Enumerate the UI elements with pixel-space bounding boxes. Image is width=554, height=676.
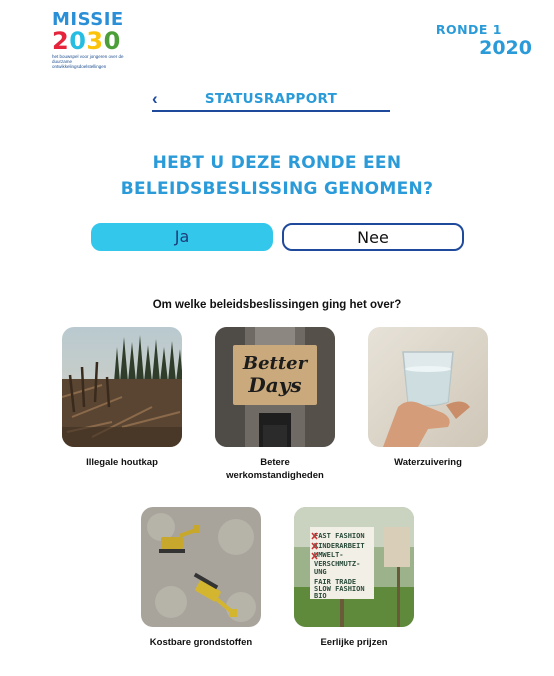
sign-text: Better (242, 353, 309, 374)
sign-text: VERSCHMUTZ- (314, 560, 360, 568)
decision-label: Waterzuivering (394, 457, 462, 468)
missie-2030-logo: MISSIE 2 0 3 0 het bouwspel voor jongere… (52, 11, 126, 70)
decision-question: Om welke beleidsbeslissingen ging het ov… (152, 299, 402, 311)
sign-text: Days (247, 373, 301, 397)
logo-number: 2 0 3 0 (52, 29, 126, 53)
decision-tile-waterzuivering[interactable]: Waterzuivering (368, 327, 488, 469)
excavators-photo (141, 507, 261, 627)
decision-label: Eerlijke prijzen (320, 637, 388, 648)
logo-tagline: het bouwspel voor jongeren over de duurz… (52, 54, 126, 69)
decision-tile-betere-werkomstandigheden[interactable]: Better Days Betere werkomstandigheden (215, 327, 335, 482)
question-heading: HEBT U DEZE RONDE EEN BELEIDSBESLISSING … (0, 150, 554, 202)
decision-label-line: Betere (260, 457, 290, 468)
status-header: ‹ STATUSRAPPORT (152, 88, 390, 112)
logo-digit: 0 (103, 27, 121, 55)
round-label: RONDE 1 (435, 22, 502, 37)
question-line: HEBT U DEZE RONDE EEN (152, 153, 402, 173)
sign-text: FAST FASHION (314, 532, 365, 540)
no-button[interactable]: Nee (282, 223, 464, 251)
sign-text: BIO (314, 592, 327, 600)
decision-label: Betere werkomstandigheden (215, 456, 335, 482)
round-year: 2020 (479, 37, 532, 59)
decision-label: Illegale houtkap (86, 457, 158, 468)
logo-tagline-line: duurzame ontwikkelingsdoelstellingen (52, 59, 107, 69)
yes-button[interactable]: Ja (91, 223, 273, 251)
decision-label-line: werkomstandigheden (226, 470, 324, 481)
question-line: BELEIDSBESLISSING GENOMEN? (120, 179, 434, 199)
better-days-photo: Better Days (215, 327, 335, 447)
water-glass-photo (368, 327, 488, 447)
logging-photo (62, 327, 182, 447)
decision-label: Kostbare grondstoffen (149, 637, 253, 648)
sign-text: UMWELT- (314, 551, 344, 559)
round-indicator: RONDE 1 2020 (436, 22, 532, 59)
logo-digit: 0 (69, 27, 87, 55)
decision-tile-kostbare-grondstoffen[interactable]: Kostbare grondstoffen (141, 507, 261, 649)
page-title: STATUSRAPPORT (204, 91, 338, 107)
decision-tile-eerlijke-prijzen[interactable]: FAST FASHION KINDERARBEIT UMWELT- VERSCH… (294, 507, 414, 649)
sign-text: KINDERARBEIT (314, 542, 365, 550)
logo-digit: 2 (52, 27, 70, 55)
fair-trade-sign-photo: FAST FASHION KINDERARBEIT UMWELT- VERSCH… (294, 507, 414, 627)
logo-digit: 3 (86, 27, 104, 55)
decision-tile-illegale-houtkap[interactable]: Illegale houtkap (62, 327, 182, 469)
sign-text: UNG (314, 568, 327, 576)
